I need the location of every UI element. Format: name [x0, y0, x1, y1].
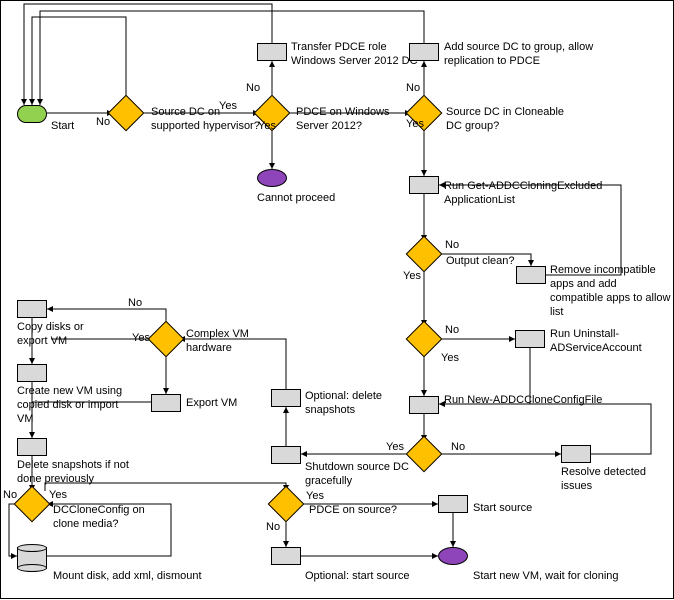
dccloneconfig-label: DCCloneConfig on clone media? [53, 503, 163, 531]
decision-uninstall [406, 321, 443, 358]
start-label: Start [51, 119, 81, 133]
createvm-label: Create new VM using copied disk or impor… [17, 384, 127, 426]
decision-complex-vm [148, 321, 185, 358]
process-optional-snapshots [271, 389, 301, 407]
no-label-2: No [246, 81, 260, 95]
process-add-source [409, 43, 439, 61]
decision-dccloneconfig [14, 486, 51, 523]
process-resolve [561, 445, 591, 463]
mount-label: Mount disk, add xml, dismount [53, 569, 213, 583]
complex-label: Complex VM hardware [186, 327, 266, 355]
excluded-label: Run Get-ADDCCloningExcluded ApplicationL… [444, 179, 604, 207]
terminator-cannot-proceed [257, 169, 287, 187]
start-node [17, 105, 47, 123]
transfer-label: Transfer PDCE role Windows Server 2012 D… [291, 40, 421, 68]
no-label-9: No [266, 520, 280, 534]
yes-label-6: Yes [386, 440, 404, 454]
no-label-7: No [128, 296, 142, 310]
removeapps-label: Remove incompatible apps and add compati… [550, 263, 672, 319]
process-run-excluded [409, 176, 439, 194]
newconfig-label: Run New-ADDCCloneConfigFile [444, 393, 614, 407]
process-remove-apps [516, 266, 546, 284]
process-delete-snapshots [17, 438, 47, 456]
cannot-proceed-label: Cannot proceed [257, 191, 357, 205]
copy-label: Copy disks or export VM [17, 320, 97, 348]
yes-label: Yes [219, 99, 237, 113]
yes-label-3: Yes [406, 117, 424, 131]
process-shutdown [271, 446, 301, 464]
terminator-wait-cloning [438, 547, 468, 565]
yes-label-7: Yes [132, 331, 150, 345]
no-label-3: No [406, 81, 420, 95]
yes-label-2: Yes [258, 119, 276, 133]
startsrc-label: Start source [473, 501, 553, 515]
process-run-uninstall [515, 330, 545, 348]
export-label: Export VM [186, 396, 251, 410]
process-optional-start [271, 547, 301, 565]
yes-label-8: Yes [49, 488, 67, 502]
data-mount-disk [17, 547, 47, 569]
process-copy-disks [17, 300, 47, 318]
no-label-6: No [451, 440, 465, 454]
yes-label-4: Yes [403, 269, 421, 283]
shutdown-label: Shutdown source DC gracefully [305, 460, 425, 488]
wait-label: Start new VM, wait for cloning [473, 569, 653, 583]
no-label: No [96, 115, 110, 129]
pdcesrc-label: PDCE on source? [309, 503, 419, 517]
flowchart-diagram: Start No Source DC on supported hypervis… [0, 0, 674, 599]
pdce-label: PDCE on Windows Server 2012? [296, 105, 406, 133]
no-label-8: No [3, 488, 17, 502]
process-start-source [438, 495, 468, 513]
yes-label-5: Yes [441, 351, 459, 365]
uninstall-label: Run Uninstall-ADServiceAccount [550, 327, 674, 355]
hypervisor-label: Source DC on supported hypervisor? [151, 105, 261, 133]
optsnap-label: Optional: delete snapshots [305, 389, 415, 417]
no-label-5: No [445, 323, 459, 337]
decision-pdce-source [268, 486, 305, 523]
decision-hypervisor [108, 95, 145, 132]
process-transfer-pdce [257, 43, 287, 61]
no-label-4: No [445, 238, 459, 252]
addsource-label: Add source DC to group, allow replicatio… [444, 40, 594, 68]
process-create-vm [17, 364, 47, 382]
cloneable-label: Source DC in Cloneable DC group? [446, 105, 576, 133]
optstart-label: Optional: start source [305, 569, 435, 583]
process-export-vm [151, 394, 181, 412]
decision-output-clean [406, 236, 443, 273]
resolve-label: Resolve detected issues [561, 465, 671, 493]
yes-label-9: Yes [306, 489, 324, 503]
delsnap-label: Delete snapshots if not done previously [17, 458, 137, 486]
